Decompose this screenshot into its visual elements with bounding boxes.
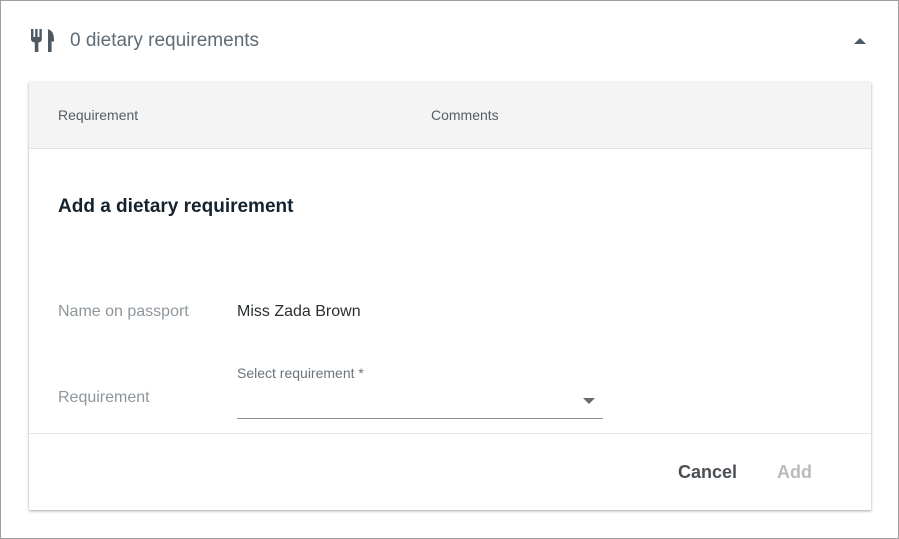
add-button[interactable]: Add (777, 462, 812, 482)
dropdown-arrow-icon[interactable] (583, 398, 595, 404)
chevron-up-icon[interactable] (849, 31, 871, 51)
cancel-button[interactable]: Cancel (678, 462, 737, 482)
dietary-panel: 0 dietary requirements Requirement Comme… (0, 0, 899, 539)
name-on-passport-label: Name on passport (58, 303, 189, 320)
panel-title: 0 dietary requirements (70, 30, 260, 51)
requirements-card: Requirement Comments Add a dietary requi… (29, 82, 871, 510)
name-on-passport-value: Miss Zada Brown (237, 303, 361, 320)
panel-header[interactable]: 0 dietary requirements (1, 1, 898, 81)
select-underline (237, 418, 603, 419)
requirement-label: Requirement (58, 389, 150, 406)
requirement-select-placeholder: Select requirement * (237, 365, 364, 381)
fork-knife-icon (31, 29, 54, 52)
form-title: Add a dietary requirement (58, 196, 294, 217)
column-header-comments: Comments (431, 107, 499, 123)
column-header-requirement: Requirement (58, 107, 139, 123)
card-footer: Cancel Add (29, 433, 871, 511)
table-header: Requirement Comments (29, 82, 871, 149)
requirement-select[interactable]: Select requirement * (237, 363, 603, 419)
